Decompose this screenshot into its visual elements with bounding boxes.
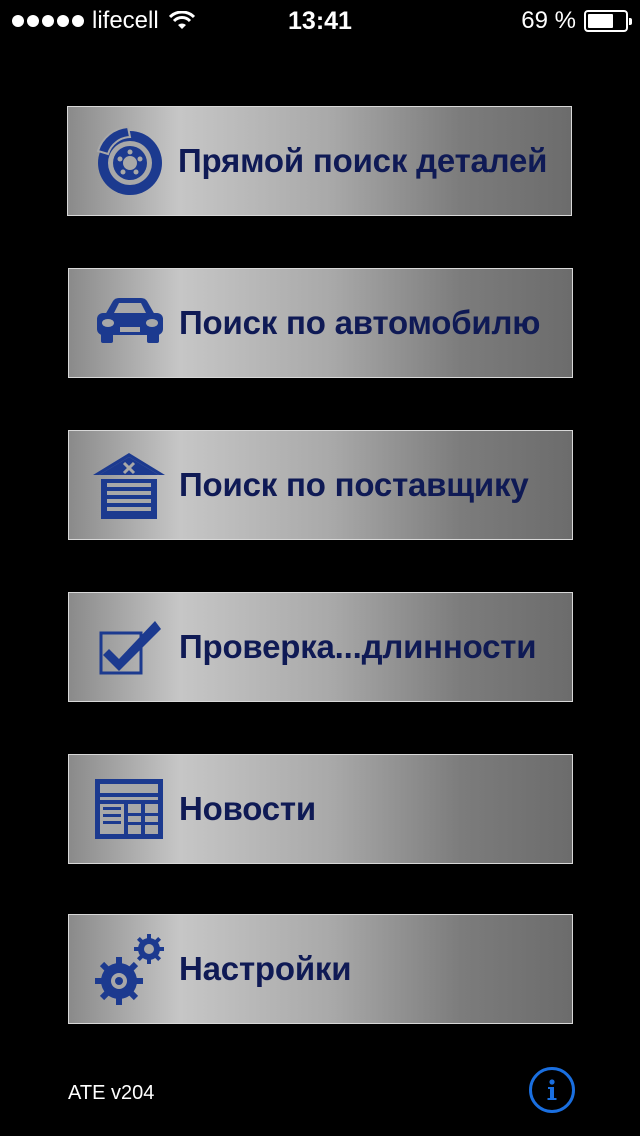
settings-label: Настройки: [179, 950, 352, 987]
vehicle-search-button[interactable]: Поиск по автомобилю: [68, 268, 573, 378]
car-icon: [97, 298, 163, 343]
signal-strength-icon: [12, 15, 84, 27]
news-button[interactable]: Новости: [68, 754, 573, 864]
direct-search-label: Прямой поиск деталей: [178, 142, 548, 179]
supplier-search-button[interactable]: Поиск по поставщику: [68, 430, 573, 540]
wifi-icon: [168, 11, 195, 29]
status-right: 69 %: [521, 7, 632, 35]
status-bar: lifecell 13:41 69 %: [0, 0, 640, 40]
gears-icon: [95, 934, 164, 1005]
authenticity-check-label: Проверка...длинности: [179, 628, 537, 665]
brake-disc-icon: [96, 125, 162, 195]
newspaper-icon: [95, 779, 163, 839]
checkbox-icon: [99, 621, 161, 675]
app-screen: lifecell 13:41 69 % Прямой поиск деталей…: [0, 0, 640, 1136]
battery-level-fill: [588, 14, 613, 28]
info-button[interactable]: [529, 1067, 575, 1113]
info-icon: [547, 1079, 557, 1100]
vehicle-search-label: Поиск по автомобилю: [179, 304, 541, 341]
battery-percent: 69 %: [521, 7, 576, 34]
supplier-search-label: Поиск по поставщику: [179, 466, 529, 503]
direct-search-button[interactable]: Прямой поиск деталей: [67, 106, 572, 216]
app-version: ATE v204: [68, 1082, 155, 1104]
authenticity-check-button[interactable]: Проверка...длинности: [68, 592, 573, 702]
news-label: Новости: [179, 790, 316, 827]
status-left: lifecell: [12, 7, 195, 35]
garage-icon: [93, 453, 165, 519]
carrier-name: lifecell: [92, 7, 159, 34]
battery-icon: [584, 10, 632, 32]
settings-button[interactable]: Настройки: [68, 914, 573, 1024]
